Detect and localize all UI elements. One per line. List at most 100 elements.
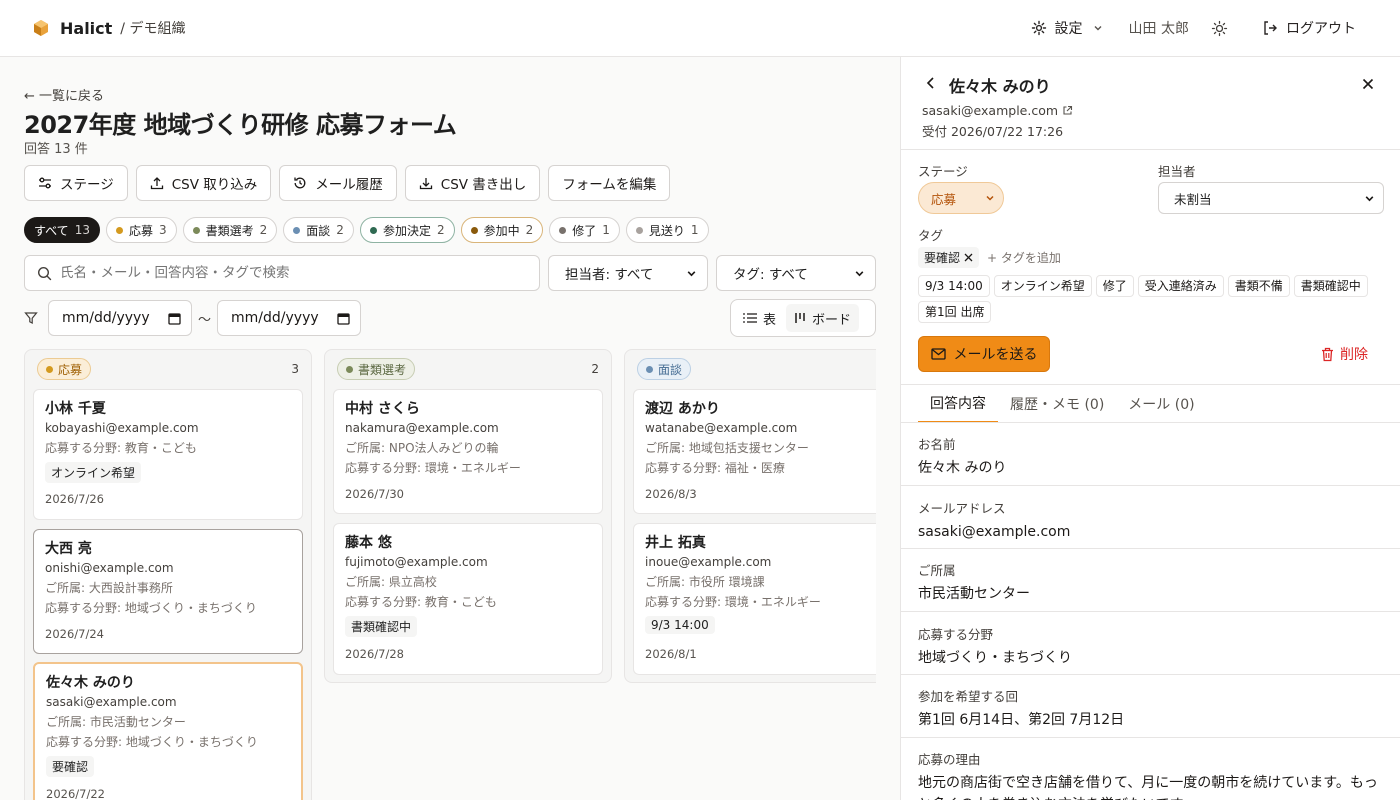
user-name: 山田 太郎	[1128, 21, 1189, 37]
close-icon[interactable]	[1362, 78, 1374, 90]
table-view-label: 表	[763, 312, 777, 328]
mail-history-button[interactable]: メール履歴	[279, 165, 397, 201]
assignee-select-value: 未割当	[1174, 191, 1212, 207]
board-view-label: ボード	[812, 312, 852, 328]
applicant-card[interactable]: 渡辺 あかり watanabe@example.com ご所属: 地域包括支援セ…	[633, 389, 876, 514]
applicant-card[interactable]: 小林 千夏 kobayashi@example.com 応募する分野: 教育・こ…	[33, 389, 303, 520]
logout-button[interactable]: ログアウト	[1262, 18, 1356, 38]
table-view-button[interactable]: 表	[735, 304, 784, 332]
add-tag-button[interactable]: + タグを追加	[987, 249, 1061, 266]
filter-chip-completed[interactable]: 修了 1	[549, 217, 620, 243]
answer-field: メールアドレス sasaki@example.com	[918, 498, 1384, 543]
filter-chip-interview[interactable]: 面談 2	[283, 217, 354, 243]
back-link[interactable]: ← 一覧に戻る	[24, 85, 104, 104]
assignee-filter-select[interactable]: 担当者: すべて	[548, 255, 708, 291]
filter-chip-declined[interactable]: 見送り 1	[625, 217, 709, 243]
list-icon	[743, 313, 757, 323]
answer-value: sasaki@example.com	[918, 524, 1071, 540]
sliders-icon	[39, 177, 51, 189]
top-bar: Halict / デモ組織 設定 山田 太郎 ログアウト	[0, 0, 1400, 57]
card-date: 2026/8/1	[645, 647, 697, 661]
tag-suggestion[interactable]: 書類不備	[1227, 275, 1290, 297]
applicant-card[interactable]: 井上 拓真 inoue@example.com ご所属: 市役所 環境課 応募す…	[633, 523, 876, 675]
calendar-icon	[168, 312, 181, 325]
date-to-input[interactable]: mm/dd/yyyy	[217, 300, 362, 336]
search-icon	[37, 266, 52, 280]
tag-suggestion[interactable]: オンライン希望	[993, 275, 1092, 297]
filter-chip-apply[interactable]: 応募 3	[105, 217, 177, 243]
brand[interactable]: Halict / デモ組織	[32, 18, 185, 38]
brand-name: Halict	[60, 18, 113, 38]
stage-button[interactable]: ステージ	[24, 165, 128, 201]
search-input[interactable]	[60, 265, 520, 281]
tag-suggestion[interactable]: 9/3 14:00	[918, 275, 990, 297]
tab-history[interactable]: 履歴・メモ (0)	[998, 385, 1116, 423]
tag-row: 要確認 + タグを追加	[918, 247, 1061, 268]
theme-toggle[interactable]	[1211, 20, 1228, 37]
send-mail-button[interactable]: メールを送る	[918, 336, 1050, 372]
card-field: 応募する分野: 地域づくり・まちづくり	[45, 601, 257, 615]
filter-chip-screening[interactable]: 書類選考 2	[182, 217, 278, 243]
card-date: 2026/7/24	[45, 627, 104, 641]
date-from-value: mm/dd/yyyy	[62, 310, 150, 326]
chip-label: 参加決定	[382, 223, 431, 238]
kanban-board: 応募 3 小林 千夏 kobayashi@example.com 応募する分野:…	[24, 349, 876, 800]
tag-suggestion[interactable]: 受入連絡済み	[1137, 275, 1224, 297]
tag-filter-select[interactable]: タグ: すべて	[716, 255, 876, 291]
chevron-down-icon	[986, 195, 994, 201]
chip-count: 1	[690, 223, 699, 237]
csv-import-button[interactable]: CSV 取り込み	[135, 165, 272, 201]
answer-label: ご所属	[918, 563, 956, 578]
card-date: 2026/7/28	[345, 647, 404, 661]
view-toggle: 表 ボード	[730, 299, 876, 337]
tab-answers[interactable]: 回答内容	[918, 385, 998, 423]
board-column-interview: 面談 渡辺 あかり watanabe@example.com ご所属: 地域包括…	[624, 349, 876, 683]
chip-label: 応募	[128, 223, 153, 238]
card-email: onishi@example.com	[45, 561, 174, 575]
card-field: 応募する分野: 福祉・医療	[645, 461, 785, 475]
csv-export-label: CSV 書き出し	[440, 177, 527, 193]
upload-icon	[150, 177, 163, 190]
tag-suggestions: 9/3 14:00 オンライン希望 修了 受入連絡済み 書類不備 書類確認中 第…	[918, 275, 1388, 323]
filter-chip-accepted[interactable]: 参加決定 2	[359, 217, 455, 243]
divider	[901, 485, 1400, 486]
answer-value: 第1回 6月14日、第2回 7月12日	[918, 712, 1125, 728]
board-column-apply: 応募 3 小林 千夏 kobayashi@example.com 応募する分野:…	[24, 349, 312, 800]
assignee-filter-value: 担当者: すべて	[565, 267, 654, 283]
chevron-down-icon	[687, 270, 696, 276]
chip-label: 見送り	[648, 223, 685, 238]
date-from-input[interactable]: mm/dd/yyyy	[48, 300, 192, 336]
applicant-card-selected[interactable]: 佐々木 みのり sasaki@example.com ご所属: 市民活動センター…	[33, 662, 303, 800]
chip-count: 2	[259, 223, 268, 237]
applicant-email: sasaki@example.com	[922, 103, 1059, 118]
edit-form-button[interactable]: フォームを編集	[548, 165, 671, 201]
stage-badge-label: 応募	[58, 362, 83, 377]
card-name: 藤本 悠	[345, 535, 392, 551]
chip-label: すべて	[34, 223, 69, 238]
settings-menu[interactable]: 設定	[1031, 18, 1103, 38]
tag-suggestion[interactable]: 第1回 出席	[918, 301, 992, 323]
stage-select[interactable]: 応募	[918, 182, 1004, 214]
tag-suggestion[interactable]: 修了	[1095, 275, 1134, 297]
card-name: 小林 千夏	[45, 401, 106, 417]
card-affiliation: ご所属: 市民活動センター	[46, 715, 186, 729]
card-email: nakamura@example.com	[345, 421, 499, 435]
csv-export-button[interactable]: CSV 書き出し	[404, 165, 541, 201]
remove-tag-icon[interactable]	[964, 253, 973, 262]
applicant-card[interactable]: 大西 亮 onishi@example.com ご所属: 大西設計事務所 応募す…	[33, 529, 303, 654]
chevron-left-icon[interactable]	[925, 76, 937, 90]
filter-chip-all[interactable]: すべて 13	[24, 217, 100, 243]
applicant-card[interactable]: 中村 さくら nakamura@example.com ご所属: NPO法人みど…	[333, 389, 603, 514]
filter-chip-participating[interactable]: 参加中 2	[460, 217, 544, 243]
applicant-card[interactable]: 藤本 悠 fujimoto@example.com ご所属: 県立高校 応募する…	[333, 523, 603, 675]
applicant-email-link[interactable]: sasaki@example.com	[922, 103, 1073, 118]
tag-suggestion[interactable]: 書類確認中	[1293, 275, 1368, 297]
stage-dot-icon	[470, 226, 478, 234]
assignee-select[interactable]: 未割当	[1158, 182, 1384, 214]
tab-mail[interactable]: メール (0)	[1116, 385, 1206, 423]
page-title: 2027年度 地域づくり研修 応募フォーム	[24, 111, 457, 139]
divider	[901, 737, 1400, 738]
board-view-button[interactable]: ボード	[786, 304, 860, 332]
stage-dot-icon	[646, 365, 653, 373]
delete-button[interactable]: 削除	[1321, 344, 1368, 364]
